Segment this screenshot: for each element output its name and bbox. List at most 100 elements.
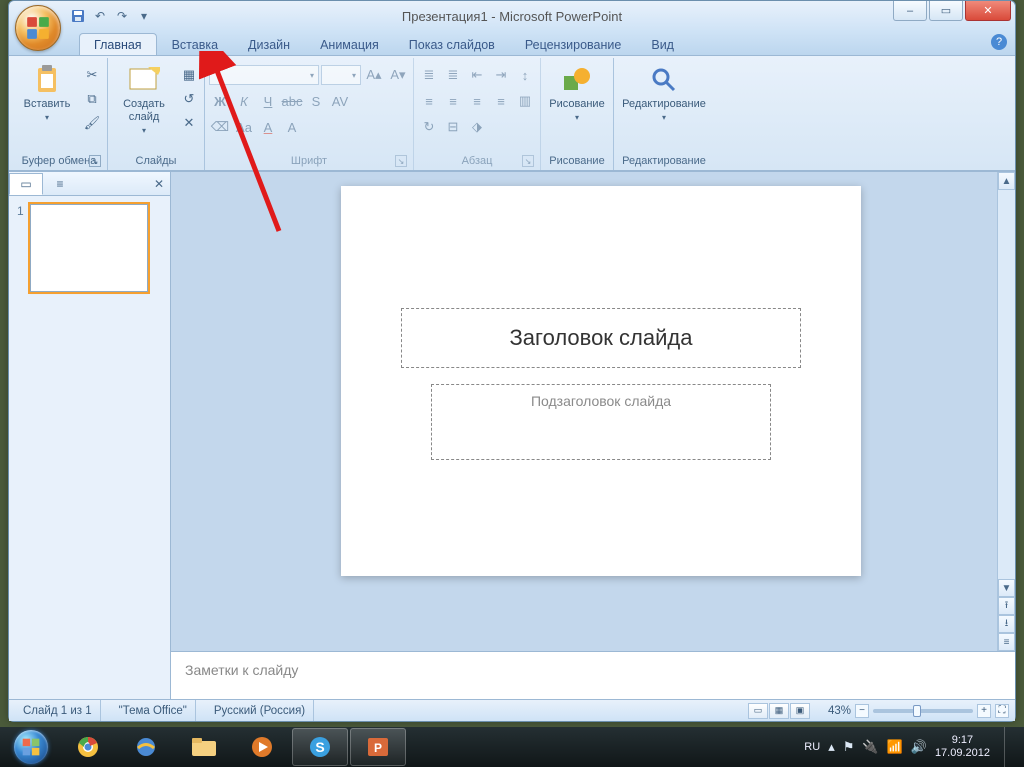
align-right-button[interactable]: ≡ <box>466 90 488 112</box>
format-painter-button[interactable]: 🖌 <box>81 112 103 134</box>
taskbar-skype[interactable]: S <box>292 728 348 766</box>
tray-language[interactable]: RU <box>804 741 820 753</box>
status-language[interactable]: Русский (Россия) <box>206 700 314 721</box>
taskbar-chrome[interactable] <box>60 728 116 766</box>
cut-button[interactable]: ✂ <box>81 64 103 86</box>
zoom-in-button[interactable]: + <box>977 704 991 718</box>
status-slide-count[interactable]: Слайд 1 из 1 <box>15 700 101 721</box>
highlight-button[interactable]: A <box>281 116 303 138</box>
taskbar-explorer[interactable] <box>176 728 232 766</box>
font-launcher[interactable]: ↘ <box>395 155 407 167</box>
align-left-button[interactable]: ≡ <box>418 90 440 112</box>
thumbnail-preview[interactable] <box>30 204 148 292</box>
slideshow-view-button[interactable]: ▣ <box>790 703 810 719</box>
align-text-button[interactable]: ⊟ <box>442 116 464 138</box>
align-center-button[interactable]: ≡ <box>442 90 464 112</box>
scroll-up-icon[interactable]: ▲ <box>998 172 1015 190</box>
paragraph-launcher[interactable]: ↘ <box>522 155 534 167</box>
zoom-thumb[interactable] <box>913 705 921 717</box>
panel-tab-slides[interactable]: ▭ <box>9 173 43 195</box>
tab-review[interactable]: Рецензирование <box>510 33 637 55</box>
normal-view-button[interactable]: ▭ <box>748 703 768 719</box>
next-slide-button[interactable]: ⭳ <box>998 615 1015 633</box>
taskbar-powerpoint[interactable]: P <box>350 728 406 766</box>
bold-button[interactable]: Ж <box>209 90 231 112</box>
sorter-view-button[interactable]: ▦ <box>769 703 789 719</box>
minimize-button[interactable]: – <box>893 1 927 21</box>
vertical-scrollbar[interactable]: ▲ ▼ ⭱ ⭳ ≡ <box>997 172 1015 651</box>
tab-animation[interactable]: Анимация <box>305 33 394 55</box>
slide-canvas[interactable]: Заголовок слайда Подзаголовок слайда <box>341 186 861 576</box>
font-name-combo[interactable]: ▾ <box>209 65 319 85</box>
indent-inc-button[interactable]: ⇥ <box>490 64 512 86</box>
copy-button[interactable]: ⧉ <box>81 88 103 110</box>
clipboard-launcher[interactable]: ↘ <box>89 155 101 167</box>
start-button[interactable] <box>4 727 58 767</box>
undo-icon[interactable]: ↶ <box>91 7 109 25</box>
title-placeholder[interactable]: Заголовок слайда <box>401 308 801 368</box>
indent-dec-button[interactable]: ⇤ <box>466 64 488 86</box>
help-button[interactable]: ? <box>991 34 1007 50</box>
qat-customize-icon[interactable]: ▾ <box>135 7 153 25</box>
tray-network-icon[interactable]: 📶 <box>887 739 903 755</box>
text-direction-button[interactable]: ↻ <box>418 116 440 138</box>
line-spacing-button[interactable]: ↕ <box>514 64 536 86</box>
tray-power-icon[interactable]: 🔌 <box>862 739 878 755</box>
notes-pane[interactable]: Заметки к слайду <box>171 651 1015 699</box>
tab-home[interactable]: Главная <box>79 33 157 55</box>
layout-button[interactable]: ▦ <box>178 64 200 86</box>
tab-insert[interactable]: Вставка <box>157 33 233 55</box>
bullets-button[interactable]: ≣ <box>418 64 440 86</box>
editing-button[interactable]: Редактирование ▾ <box>618 60 710 126</box>
columns-button[interactable]: ▥ <box>514 90 536 112</box>
strike-button[interactable]: abc <box>281 90 303 112</box>
prev-slide-button[interactable]: ⭱ <box>998 597 1015 615</box>
tray-flag-icon[interactable]: ⚑ <box>843 739 855 755</box>
italic-button[interactable]: К <box>233 90 255 112</box>
change-case-button[interactable]: Aa <box>233 116 255 138</box>
close-button[interactable]: ✕ <box>965 1 1011 21</box>
new-slide-button[interactable]: Создать слайд ▾ <box>112 60 176 139</box>
reset-button[interactable]: ↺ <box>178 88 200 110</box>
justify-button[interactable]: ≡ <box>490 90 512 112</box>
panel-tab-outline[interactable]: ≡ <box>43 173 77 195</box>
paste-button[interactable]: Вставить ▾ <box>15 60 79 126</box>
zoom-slider[interactable] <box>873 709 973 713</box>
tray-show-hidden-icon[interactable]: ▴ <box>828 739 835 755</box>
fit-window-button[interactable]: ⛶ <box>995 704 1009 718</box>
underline-button[interactable]: Ч <box>257 90 279 112</box>
shadow-button[interactable]: S <box>305 90 327 112</box>
shrink-font-button[interactable]: A▾ <box>387 64 409 86</box>
smartart-button[interactable]: ⬗ <box>466 116 488 138</box>
scroll-down-icon[interactable]: ▼ <box>998 579 1015 597</box>
clear-format-button[interactable]: ⌫ <box>209 116 231 138</box>
save-icon[interactable] <box>69 7 87 25</box>
taskbar-mediaplayer[interactable] <box>234 728 290 766</box>
redo-icon[interactable]: ↷ <box>113 7 131 25</box>
maximize-button[interactable]: ▭ <box>929 1 963 21</box>
canvas-viewport[interactable]: Заголовок слайда Подзаголовок слайда ▲ ▼… <box>171 172 1015 651</box>
status-theme[interactable]: "Тема Office" <box>111 700 196 721</box>
tab-design[interactable]: Дизайн <box>233 33 305 55</box>
scroll-track[interactable] <box>998 190 1015 579</box>
panel-close-button[interactable]: ✕ <box>154 177 164 191</box>
show-desktop-button[interactable] <box>1004 727 1016 767</box>
spacing-button[interactable]: AV <box>329 90 351 112</box>
taskbar-ie[interactable] <box>118 728 174 766</box>
tray-volume-icon[interactable]: 🔊 <box>911 739 927 755</box>
font-color-button[interactable]: A <box>257 116 279 138</box>
slide-nav-menu[interactable]: ≡ <box>998 633 1015 651</box>
delete-slide-button[interactable]: ✕ <box>178 112 200 134</box>
tab-view[interactable]: Вид <box>636 33 689 55</box>
subtitle-placeholder[interactable]: Подзаголовок слайда <box>431 384 771 460</box>
office-button[interactable] <box>15 5 61 51</box>
grow-font-button[interactable]: A▴ <box>363 64 385 86</box>
thumbnail-item[interactable]: 1 <box>17 204 162 292</box>
numbering-button[interactable]: ≣ <box>442 64 464 86</box>
zoom-out-button[interactable]: − <box>855 704 869 718</box>
drawing-button[interactable]: Рисование ▾ <box>545 60 609 126</box>
zoom-value[interactable]: 43% <box>828 705 851 717</box>
tray-clock[interactable]: 9:17 17.09.2012 <box>935 734 990 759</box>
font-size-combo[interactable]: ▾ <box>321 65 361 85</box>
tab-slideshow[interactable]: Показ слайдов <box>394 33 510 55</box>
